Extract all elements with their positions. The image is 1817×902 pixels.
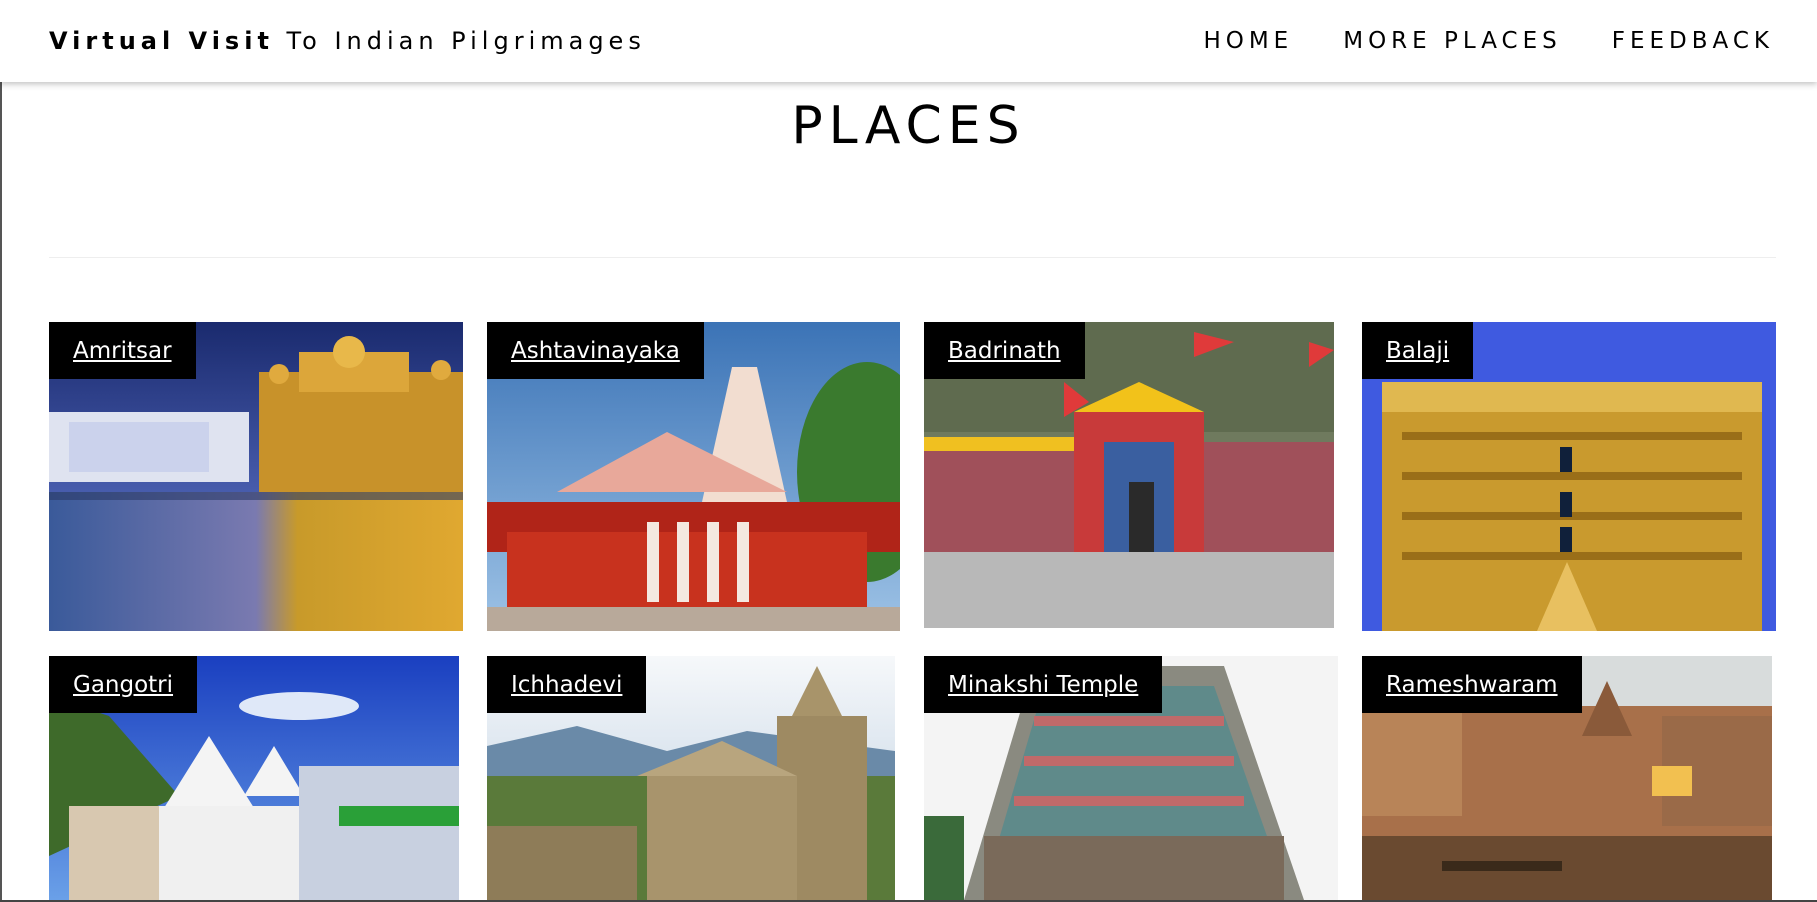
place-link-ichhadevi[interactable]: Ichhadevi (511, 672, 622, 698)
page-title: PLACES (791, 96, 1026, 156)
place-label: Gangotri (49, 656, 198, 713)
place-label: Ichhadevi (487, 656, 647, 713)
place-card-ashtavinayaka[interactable]: Ashtavinayaka (487, 322, 900, 631)
nav-home-link[interactable]: HOME (1203, 18, 1293, 64)
nav-menu: HOME MORE PLACES FEEDBACK (1153, 18, 1774, 64)
place-link-balaji[interactable]: Balaji (1386, 338, 1449, 364)
place-card-badrinath[interactable]: Badrinath (924, 322, 1334, 628)
place-card-rameshwaram[interactable]: Rameshwaram (1362, 656, 1772, 900)
place-link-ashtavinayaka[interactable]: Ashtavinayaka (511, 338, 680, 364)
place-card-gangotri[interactable]: Gangotri (49, 656, 459, 900)
place-label: Balaji (1362, 322, 1474, 379)
section-divider (49, 257, 1776, 258)
place-label: Ashtavinayaka (487, 322, 704, 379)
site-brand[interactable]: Virtual Visit To Indian Pilgrimages (49, 27, 646, 55)
place-link-gangotri[interactable]: Gangotri (73, 672, 173, 698)
nav-more-places-link[interactable]: MORE PLACES (1343, 18, 1562, 64)
top-navbar: Virtual Visit To Indian Pilgrimages HOME… (0, 0, 1817, 82)
place-label: Amritsar (49, 322, 196, 379)
place-card-balaji[interactable]: Balaji (1362, 322, 1776, 631)
place-label: Rameshwaram (1362, 656, 1582, 713)
brand-rest-text: To Indian Pilgrimages (273, 27, 646, 55)
place-link-badrinath[interactable]: Badrinath (948, 338, 1061, 364)
place-card-amritsar[interactable]: Amritsar (49, 322, 463, 631)
place-link-rameshwaram[interactable]: Rameshwaram (1386, 672, 1558, 698)
place-link-amritsar[interactable]: Amritsar (73, 338, 172, 364)
place-card-minakshi-temple[interactable]: Minakshi Temple (924, 656, 1338, 900)
place-card-ichhadevi[interactable]: Ichhadevi (487, 656, 895, 900)
nav-feedback-link[interactable]: FEEDBACK (1612, 18, 1774, 64)
place-label: Minakshi Temple (924, 656, 1163, 713)
brand-bold-text: Virtual Visit (49, 27, 274, 55)
place-label: Badrinath (924, 322, 1085, 379)
place-link-minakshi-temple[interactable]: Minakshi Temple (948, 672, 1138, 698)
